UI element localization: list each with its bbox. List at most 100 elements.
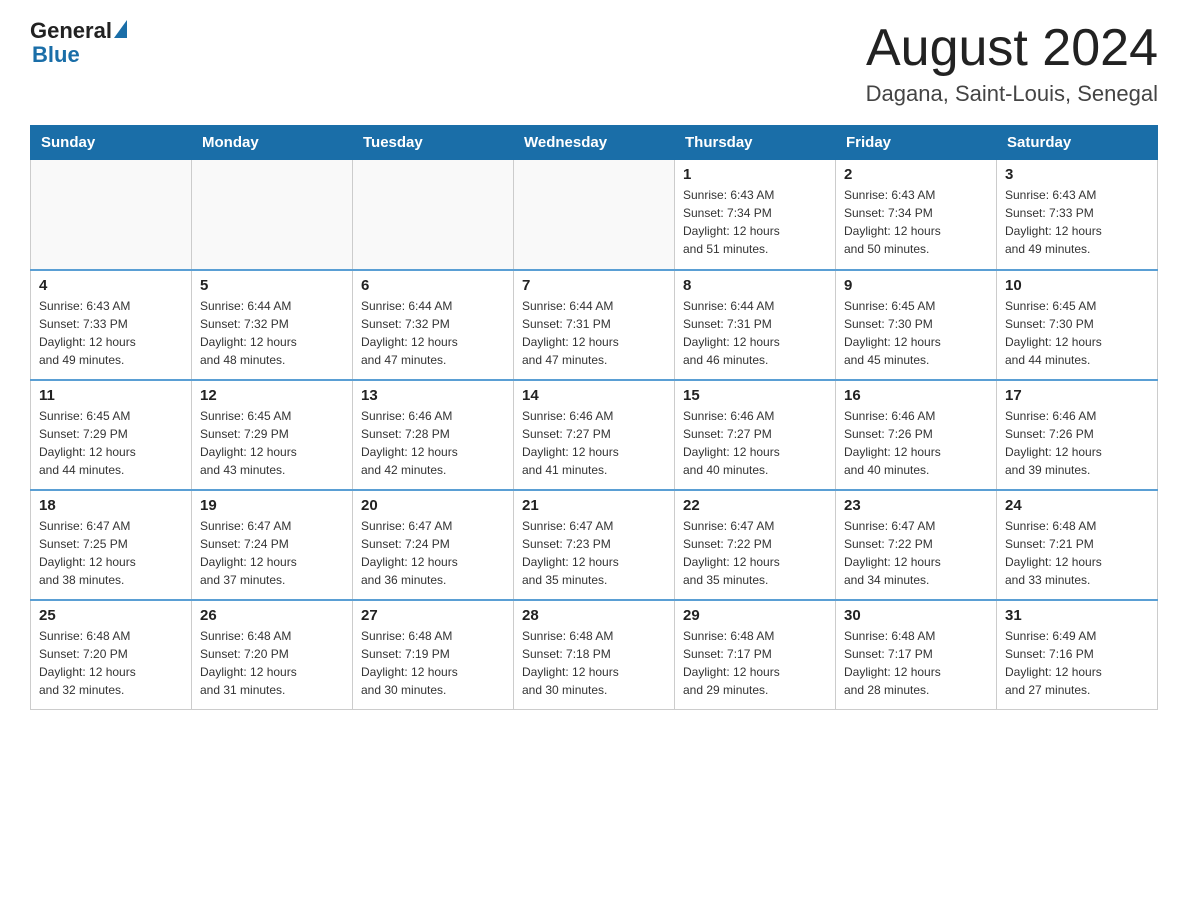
logo-general-text: General <box>30 20 112 42</box>
day-info: Sunrise: 6:44 AMSunset: 7:31 PMDaylight:… <box>522 297 666 369</box>
calendar-week-3: 11 Sunrise: 6:45 AMSunset: 7:29 PMDayligh… <box>31 380 1158 490</box>
day-number: 7 <box>522 277 666 294</box>
calendar-cell: 31 Sunrise: 6:49 AMSunset: 7:16 PMDayligh… <box>997 600 1158 710</box>
calendar-cell: 8 Sunrise: 6:44 AMSunset: 7:31 PMDaylight… <box>675 270 836 380</box>
day-number: 12 <box>200 387 344 404</box>
day-number: 8 <box>683 277 827 294</box>
calendar-cell: 12 Sunrise: 6:45 AMSunset: 7:29 PMDayligh… <box>192 380 353 490</box>
day-number: 22 <box>683 497 827 514</box>
day-number: 13 <box>361 387 505 404</box>
calendar-week-2: 4Sunrise: 6:43 AMSunset: 7:33 PMDaylight… <box>31 270 1158 380</box>
weekday-header-sunday: Sunday <box>31 126 192 160</box>
day-number: 21 <box>522 497 666 514</box>
day-info: Sunrise: 6:44 AMSunset: 7:31 PMDaylight:… <box>683 297 827 369</box>
weekday-header-friday: Friday <box>836 126 997 160</box>
day-info: Sunrise: 6:48 AMSunset: 7:21 PMDaylight:… <box>1005 517 1149 589</box>
day-info: Sunrise: 6:43 AMSunset: 7:34 PMDaylight:… <box>844 186 988 258</box>
calendar-cell: 16 Sunrise: 6:46 AMSunset: 7:26 PMDayligh… <box>836 380 997 490</box>
day-number: 25 <box>39 607 183 624</box>
day-info: Sunrise: 6:48 AMSunset: 7:18 PMDaylight:… <box>522 627 666 699</box>
weekday-header-thursday: Thursday <box>675 126 836 160</box>
weekday-header-tuesday: Tuesday <box>353 126 514 160</box>
calendar-cell <box>192 160 353 270</box>
logo-top: General <box>30 20 127 42</box>
day-info: Sunrise: 6:43 AMSunset: 7:33 PMDaylight:… <box>39 297 183 369</box>
day-number: 24 <box>1005 497 1149 514</box>
day-info: Sunrise: 6:47 AMSunset: 7:24 PMDaylight:… <box>200 517 344 589</box>
day-info: Sunrise: 6:44 AMSunset: 7:32 PMDaylight:… <box>361 297 505 369</box>
day-number: 19 <box>200 497 344 514</box>
day-number: 27 <box>361 607 505 624</box>
calendar-cell: 25Sunrise: 6:48 AMSunset: 7:20 PMDayligh… <box>31 600 192 710</box>
calendar-cell: 17 Sunrise: 6:46 AMSunset: 7:26 PMDayligh… <box>997 380 1158 490</box>
day-info: Sunrise: 6:48 AMSunset: 7:17 PMDaylight:… <box>844 627 988 699</box>
day-info: Sunrise: 6:48 AMSunset: 7:20 PMDaylight:… <box>200 627 344 699</box>
day-number: 18 <box>39 497 183 514</box>
day-info: Sunrise: 6:46 AMSunset: 7:27 PMDaylight:… <box>522 407 666 479</box>
calendar-cell <box>31 160 192 270</box>
day-number: 17 <box>1005 387 1149 404</box>
day-info: Sunrise: 6:45 AMSunset: 7:29 PMDaylight:… <box>39 407 183 479</box>
day-info: Sunrise: 6:46 AMSunset: 7:27 PMDaylight:… <box>683 407 827 479</box>
calendar-cell: 13 Sunrise: 6:46 AMSunset: 7:28 PMDayligh… <box>353 380 514 490</box>
month-year-title: August 2024 <box>866 20 1158 77</box>
logo: General Blue <box>30 20 127 68</box>
calendar-cell: 29Sunrise: 6:48 AMSunset: 7:17 PMDayligh… <box>675 600 836 710</box>
calendar-body: 1 Sunrise: 6:43 AMSunset: 7:34 PMDaylight… <box>31 160 1158 710</box>
calendar-cell: 6 Sunrise: 6:44 AMSunset: 7:32 PMDaylight… <box>353 270 514 380</box>
day-info: Sunrise: 6:46 AMSunset: 7:26 PMDaylight:… <box>1005 407 1149 479</box>
page-header: General Blue August 2024 Dagana, Saint-L… <box>30 20 1158 107</box>
day-info: Sunrise: 6:43 AMSunset: 7:33 PMDaylight:… <box>1005 186 1149 258</box>
calendar-cell: 2 Sunrise: 6:43 AMSunset: 7:34 PMDaylight… <box>836 160 997 270</box>
calendar-cell: 27 Sunrise: 6:48 AMSunset: 7:19 PMDayligh… <box>353 600 514 710</box>
calendar-cell <box>514 160 675 270</box>
logo-blue-text: Blue <box>32 42 80 68</box>
day-number: 20 <box>361 497 505 514</box>
day-number: 5 <box>200 277 344 294</box>
day-info: Sunrise: 6:47 AMSunset: 7:22 PMDaylight:… <box>844 517 988 589</box>
day-info: Sunrise: 6:46 AMSunset: 7:26 PMDaylight:… <box>844 407 988 479</box>
day-number: 1 <box>683 166 827 183</box>
day-number: 11 <box>39 387 183 404</box>
day-number: 14 <box>522 387 666 404</box>
day-info: Sunrise: 6:45 AMSunset: 7:29 PMDaylight:… <box>200 407 344 479</box>
day-number: 6 <box>361 277 505 294</box>
location-subtitle: Dagana, Saint-Louis, Senegal <box>866 81 1158 107</box>
calendar-cell: 1 Sunrise: 6:43 AMSunset: 7:34 PMDaylight… <box>675 160 836 270</box>
calendar-cell: 11 Sunrise: 6:45 AMSunset: 7:29 PMDayligh… <box>31 380 192 490</box>
calendar-cell: 9Sunrise: 6:45 AMSunset: 7:30 PMDaylight… <box>836 270 997 380</box>
calendar-table: SundayMondayTuesdayWednesdayThursdayFrid… <box>30 125 1158 710</box>
day-number: 16 <box>844 387 988 404</box>
day-info: Sunrise: 6:47 AMSunset: 7:25 PMDaylight:… <box>39 517 183 589</box>
day-number: 9 <box>844 277 988 294</box>
day-number: 15 <box>683 387 827 404</box>
weekday-header-saturday: Saturday <box>997 126 1158 160</box>
calendar-cell: 15 Sunrise: 6:46 AMSunset: 7:27 PMDayligh… <box>675 380 836 490</box>
calendar-week-4: 18 Sunrise: 6:47 AMSunset: 7:25 PMDayligh… <box>31 490 1158 600</box>
day-info: Sunrise: 6:49 AMSunset: 7:16 PMDaylight:… <box>1005 627 1149 699</box>
day-info: Sunrise: 6:48 AMSunset: 7:19 PMDaylight:… <box>361 627 505 699</box>
day-info: Sunrise: 6:48 AMSunset: 7:17 PMDaylight:… <box>683 627 827 699</box>
calendar-cell: 26 Sunrise: 6:48 AMSunset: 7:20 PMDayligh… <box>192 600 353 710</box>
day-info: Sunrise: 6:47 AMSunset: 7:23 PMDaylight:… <box>522 517 666 589</box>
day-number: 2 <box>844 166 988 183</box>
day-number: 10 <box>1005 277 1149 294</box>
day-number: 31 <box>1005 607 1149 624</box>
weekday-header-row: SundayMondayTuesdayWednesdayThursdayFrid… <box>31 126 1158 160</box>
calendar-cell: 10 Sunrise: 6:45 AMSunset: 7:30 PMDayligh… <box>997 270 1158 380</box>
day-info: Sunrise: 6:45 AMSunset: 7:30 PMDaylight:… <box>1005 297 1149 369</box>
calendar-cell: 4Sunrise: 6:43 AMSunset: 7:33 PMDaylight… <box>31 270 192 380</box>
calendar-cell: 23 Sunrise: 6:47 AMSunset: 7:22 PMDayligh… <box>836 490 997 600</box>
weekday-header-wednesday: Wednesday <box>514 126 675 160</box>
calendar-cell: 18 Sunrise: 6:47 AMSunset: 7:25 PMDayligh… <box>31 490 192 600</box>
calendar-header: SundayMondayTuesdayWednesdayThursdayFrid… <box>31 126 1158 160</box>
day-number: 23 <box>844 497 988 514</box>
day-number: 28 <box>522 607 666 624</box>
day-info: Sunrise: 6:44 AMSunset: 7:32 PMDaylight:… <box>200 297 344 369</box>
calendar-cell: 30Sunrise: 6:48 AMSunset: 7:17 PMDayligh… <box>836 600 997 710</box>
calendar-cell <box>353 160 514 270</box>
day-info: Sunrise: 6:43 AMSunset: 7:34 PMDaylight:… <box>683 186 827 258</box>
day-info: Sunrise: 6:46 AMSunset: 7:28 PMDaylight:… <box>361 407 505 479</box>
logo-triangle-icon <box>114 20 127 38</box>
day-number: 26 <box>200 607 344 624</box>
